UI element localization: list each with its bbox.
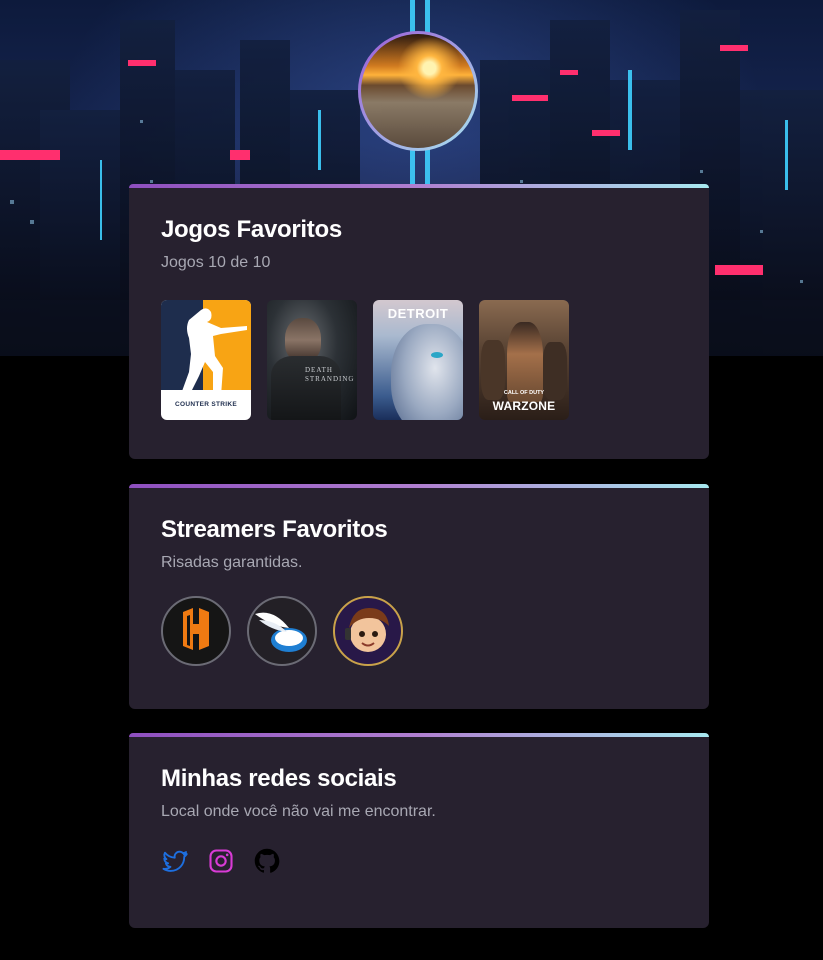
favorite-games-card: Jogos Favoritos Jogos 10 de 10 COUNTER S… — [129, 184, 709, 459]
favorite-streamers-card: Streamers Favoritos Risadas garantidas. — [129, 484, 709, 709]
games-list: COUNTER STRIKE DEATH STRANDING DETROIT C… — [161, 300, 677, 420]
games-card-title: Jogos Favoritos — [161, 216, 342, 243]
socials-card-subtitle: Local onde você não vai me encontrar. — [161, 803, 436, 820]
streamer-cartoon-boy-avatar[interactable] — [333, 596, 403, 666]
games-card-subtitle: Jogos 10 de 10 — [161, 254, 271, 271]
dbh-eye — [431, 352, 443, 358]
twitter-icon[interactable] — [161, 847, 189, 875]
dbh-face — [391, 324, 463, 420]
streamers-list — [161, 596, 677, 666]
sunset-photo — [361, 34, 475, 148]
socials-card-title: Minhas redes sociais — [161, 765, 397, 792]
warzone-logo-text: WARZONE — [492, 399, 556, 413]
streamers-card-subtitle: Risadas garantidas. — [161, 554, 303, 571]
streamer-orange-h-logo[interactable] — [161, 596, 231, 666]
cs-logo-text: COUNTER STRIKE — [175, 401, 237, 408]
winged-helmet-icon — [255, 612, 307, 652]
social-networks-card: Minhas redes sociais Local onde você não… — [129, 733, 709, 928]
game-call-of-duty-warzone[interactable]: CALL OF DUTY WARZONE — [479, 300, 569, 420]
game-death-stranding[interactable]: DEATH STRANDING — [267, 300, 357, 420]
game-counter-strike[interactable]: COUNTER STRIKE — [161, 300, 251, 420]
streamers-card-title: Streamers Favoritos — [161, 516, 388, 543]
cod-logo-text: CALL OF DUTY — [503, 390, 545, 396]
github-icon[interactable] — [253, 847, 281, 875]
profile-avatar[interactable] — [358, 31, 478, 151]
social-links — [161, 847, 677, 875]
detroit-logo-text: DETROIT — [387, 306, 449, 321]
streamer-winged-helmet-logo[interactable] — [247, 596, 317, 666]
cartoon-boy-icon — [345, 608, 389, 652]
orange-h-logo-icon — [183, 608, 209, 650]
game-detroit-become-human[interactable]: DETROIT — [373, 300, 463, 420]
instagram-icon[interactable] — [207, 847, 235, 875]
ds-logo-text: DEATH STRANDING — [305, 366, 355, 383]
